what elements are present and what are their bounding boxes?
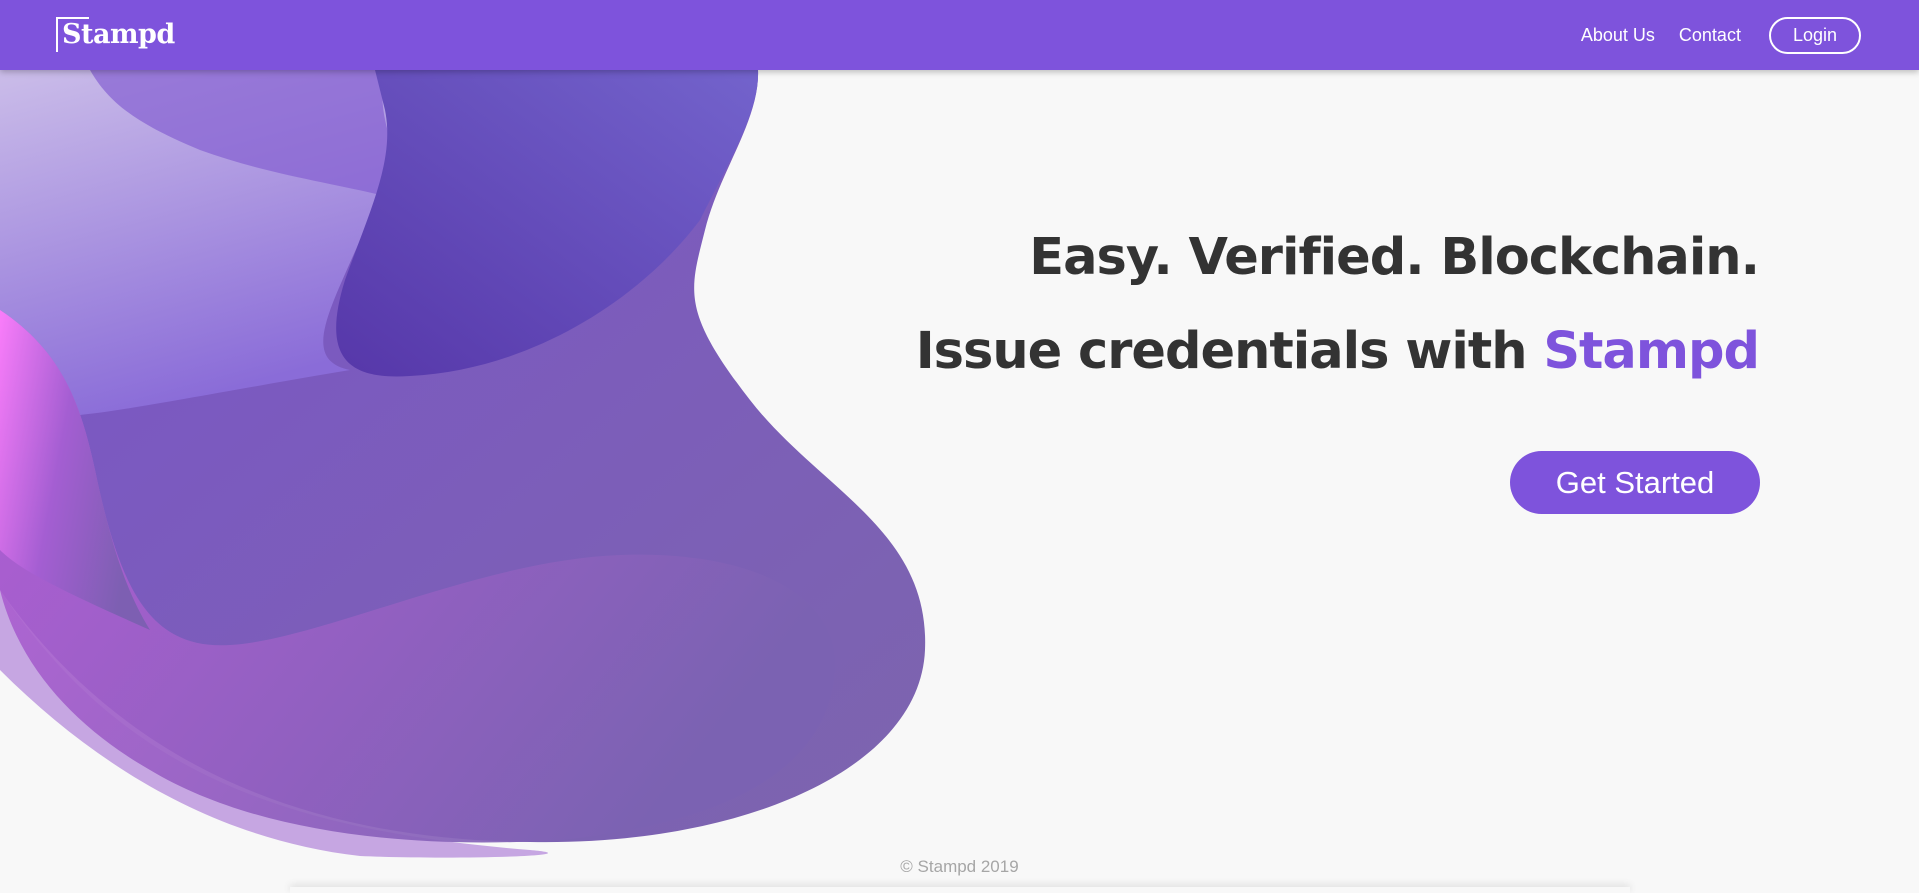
brand-logo-link[interactable]: Stampd — [56, 16, 175, 52]
hero-subheadline: Issue credentials with Stampd — [915, 322, 1760, 381]
login-button[interactable]: Login — [1768, 16, 1861, 54]
hero-subheadline-prefix: Issue credentials with — [915, 322, 1544, 381]
get-started-button[interactable]: Get Started — [1510, 451, 1760, 514]
hero-headline: Easy. Verified. Blockchain. — [1029, 228, 1760, 287]
hero-blob-illustration — [0, 70, 926, 858]
brand-name: Stampd — [62, 18, 175, 50]
nav-link-contact[interactable]: Contact — [1679, 25, 1741, 46]
top-navbar: Stampd About Us Contact Login — [0, 0, 1919, 70]
nav-links: About Us Contact Login — [1581, 16, 1861, 54]
hero-brand-accent: Stampd — [1543, 322, 1760, 381]
nav-link-about-us[interactable]: About Us — [1581, 25, 1655, 46]
